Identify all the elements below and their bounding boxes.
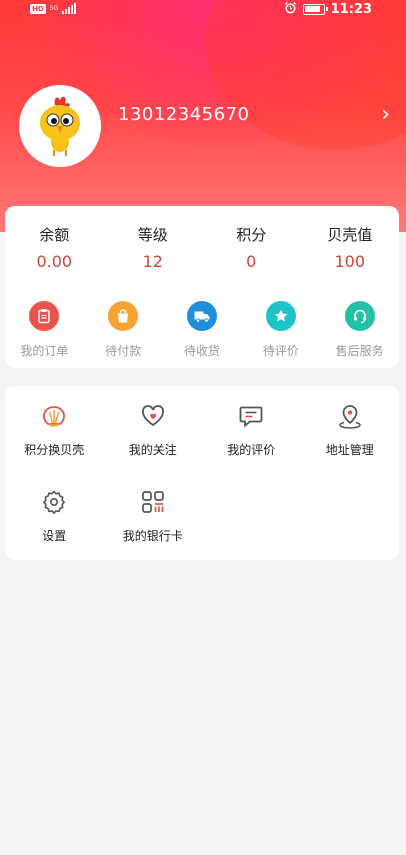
order-label: 待收货 bbox=[183, 344, 220, 358]
tools-card: 积分换贝壳 我的关注 我的评价 地址管理 设置 我的银行卡 bbox=[5, 386, 399, 560]
stats-row: 余额 0.00 等级 12 积分 0 贝壳值 100 bbox=[5, 224, 399, 271]
location-icon bbox=[336, 402, 364, 430]
stat-balance[interactable]: 余额 0.00 bbox=[5, 224, 104, 271]
stat-value: 12 bbox=[142, 252, 163, 271]
stat-shell[interactable]: 贝壳值 100 bbox=[301, 224, 400, 271]
tool-label: 积分换贝壳 bbox=[24, 443, 85, 457]
stat-value: 0.00 bbox=[36, 252, 73, 271]
bag-icon bbox=[108, 301, 139, 331]
my-reviews-button[interactable]: 我的评价 bbox=[202, 402, 301, 488]
avatar[interactable] bbox=[19, 85, 101, 167]
comment-icon bbox=[237, 402, 265, 430]
heart-icon bbox=[139, 402, 167, 430]
clipboard-icon bbox=[29, 301, 60, 331]
order-label: 我的订单 bbox=[20, 344, 69, 358]
points-exchange-button[interactable]: 积分换贝壳 bbox=[5, 402, 104, 488]
battery-icon bbox=[302, 4, 328, 15]
order-pending-receipt-button[interactable]: 待收货 bbox=[163, 301, 242, 359]
stat-label: 余额 bbox=[39, 226, 70, 244]
my-follows-button[interactable]: 我的关注 bbox=[104, 402, 203, 488]
headset-icon bbox=[344, 301, 375, 331]
orders-row: 我的订单 待付款 待收货 待评价 售后服务 bbox=[5, 301, 399, 359]
address-management-button[interactable]: 地址管理 bbox=[301, 402, 400, 488]
stat-label: 积分 bbox=[236, 226, 267, 244]
status-bar: HD 5G 11:23 bbox=[0, 0, 406, 20]
signal-icon bbox=[62, 3, 77, 14]
truck-icon bbox=[186, 301, 217, 331]
tool-label: 设置 bbox=[42, 529, 67, 543]
chevron-right-icon[interactable]: › bbox=[381, 104, 390, 126]
alarm-icon bbox=[284, 1, 297, 18]
tool-label: 我的关注 bbox=[128, 443, 177, 457]
gear-icon bbox=[40, 488, 68, 516]
tool-label: 我的评价 bbox=[227, 443, 276, 457]
stat-value: 0 bbox=[246, 252, 257, 271]
stat-level[interactable]: 等级 12 bbox=[104, 224, 203, 271]
bank-card-icon bbox=[139, 488, 167, 516]
settings-button[interactable]: 设置 bbox=[5, 488, 104, 574]
star-icon bbox=[265, 301, 296, 331]
order-after-sales-button[interactable]: 售后服务 bbox=[320, 301, 399, 359]
shell-icon bbox=[40, 402, 68, 430]
tool-label: 地址管理 bbox=[325, 443, 374, 457]
stat-label: 贝壳值 bbox=[327, 226, 373, 244]
chick-mascot-icon bbox=[40, 96, 80, 156]
status-time: 11:23 bbox=[330, 2, 372, 17]
tools-grid: 积分换贝壳 我的关注 我的评价 地址管理 设置 我的银行卡 bbox=[5, 402, 399, 574]
order-label: 待评价 bbox=[262, 344, 299, 358]
order-pending-review-button[interactable]: 待评价 bbox=[241, 301, 320, 359]
network-type: 5G bbox=[49, 4, 59, 12]
order-label: 售后服务 bbox=[335, 344, 384, 358]
hd-badge: HD bbox=[30, 3, 46, 14]
order-pending-payment-button[interactable]: 待付款 bbox=[84, 301, 163, 359]
tool-label: 我的银行卡 bbox=[122, 529, 183, 543]
stat-points[interactable]: 积分 0 bbox=[202, 224, 301, 271]
order-label: 待付款 bbox=[105, 344, 142, 358]
stat-value: 100 bbox=[334, 252, 366, 271]
stat-label: 等级 bbox=[137, 226, 168, 244]
order-all-button[interactable]: 我的订单 bbox=[5, 301, 84, 359]
account-card: 余额 0.00 等级 12 积分 0 贝壳值 100 我的订单 待付款 待收货 … bbox=[5, 206, 399, 368]
bank-card-button[interactable]: 我的银行卡 bbox=[104, 488, 203, 574]
user-phone[interactable]: 13012345670 bbox=[118, 104, 249, 125]
